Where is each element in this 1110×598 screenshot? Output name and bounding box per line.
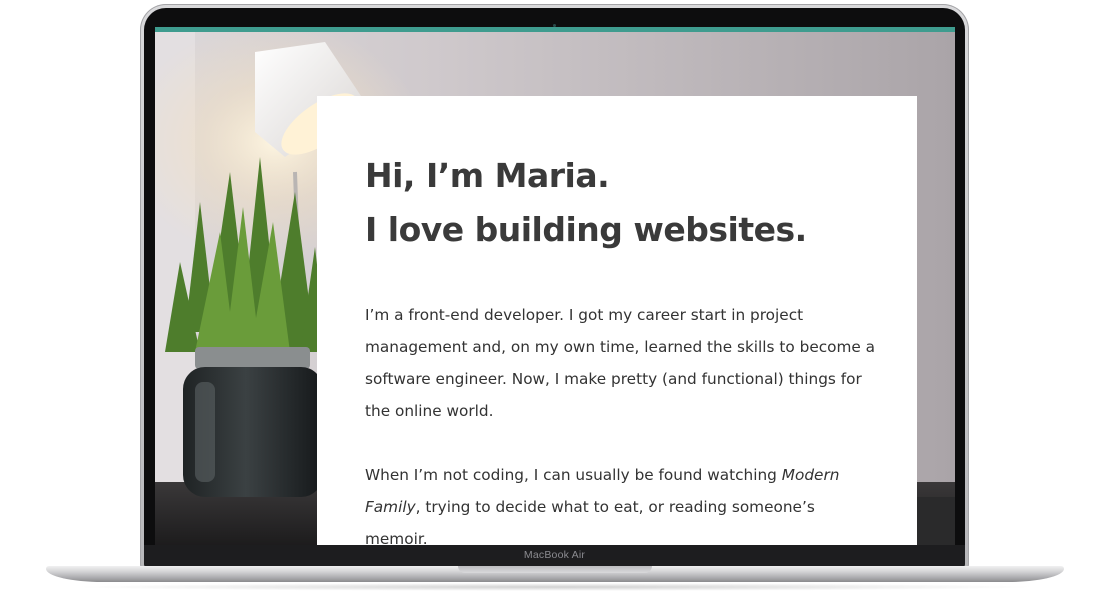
- bio-paragraph-1: I’m a front-end developer. I got my care…: [365, 306, 876, 420]
- base-shadow: [70, 583, 1040, 591]
- greeting-line: Hi, I’m Maria.: [365, 156, 610, 195]
- website-screen: Hi, I’m Maria. I love building websites.…: [155, 27, 955, 545]
- bio-paragraph-2-suffix: , trying to decide what to eat, or readi…: [365, 498, 815, 545]
- bio-paragraph-2-prefix: When I’m not coding, I can usually be fo…: [365, 466, 782, 484]
- tagline-line: I love building websites.: [365, 210, 807, 249]
- page-headline: Hi, I’m Maria. I love building websites.: [365, 149, 877, 257]
- lid-opening-notch: [458, 566, 652, 573]
- device-brand-label: MacBook Air: [523, 549, 586, 561]
- laptop-mockup: Hi, I’m Maria. I love building websites.…: [0, 0, 1110, 598]
- top-accent-bar: [155, 27, 955, 32]
- bio-paragraph-2: When I’m not coding, I can usually be fo…: [365, 459, 877, 545]
- intro-card: Hi, I’m Maria. I love building websites.…: [317, 96, 917, 545]
